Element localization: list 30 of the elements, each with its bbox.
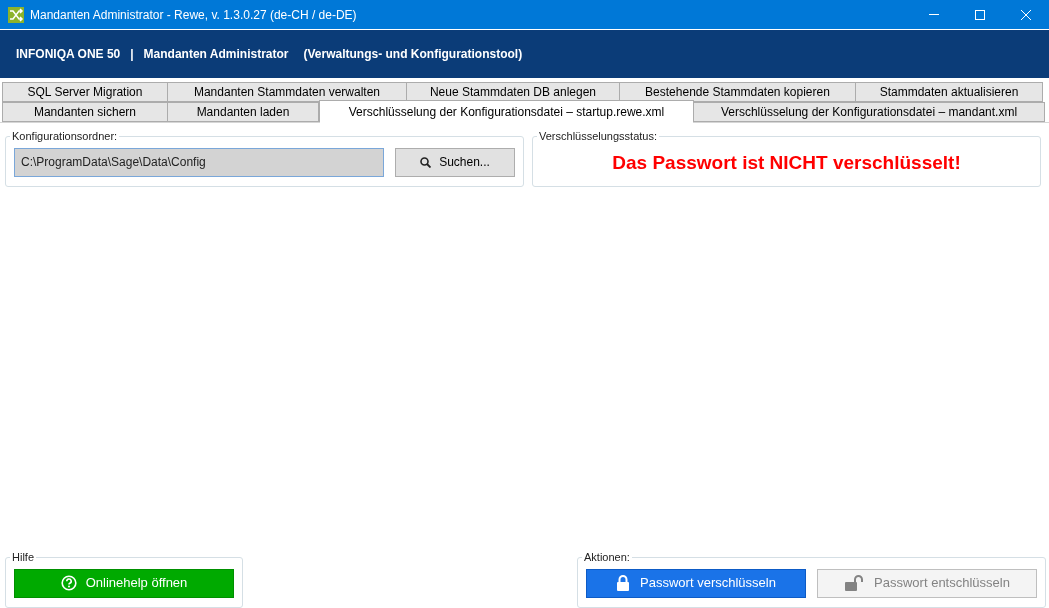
search-icon	[420, 156, 432, 168]
minimize-icon	[929, 14, 939, 15]
tab[interactable]: Stammdaten aktualisieren	[855, 82, 1043, 102]
encrypt-password-button[interactable]: Passwort verschlüsseln	[586, 568, 806, 598]
tab[interactable]: Mandanten sichern	[2, 102, 168, 122]
product-name: INFONIQA ONE 50	[16, 46, 121, 63]
lock-icon	[616, 575, 631, 591]
app-name: Mandanten Administrator	[143, 46, 289, 63]
tab[interactable]: Neue Stammdaten DB anlegen	[406, 82, 620, 102]
tab[interactable]: Mandanten Stammdaten verwalten	[167, 82, 407, 102]
folder-path-field[interactable]: C:\ProgramData\Sage\Data\Config	[14, 147, 384, 177]
help-icon	[60, 575, 77, 591]
tab[interactable]: Verschlüsselung der Konfigurationsdatei – startup.rewe.xml	[319, 100, 694, 123]
tab[interactable]: Verschlüsselung der Konfigurationsdatei – mandant.xml	[693, 102, 1045, 122]
shuffle-icon	[8, 6, 24, 23]
maximize-icon	[975, 9, 985, 20]
close-icon	[1021, 9, 1031, 20]
group-label: Verschlüsselungsstatus:	[538, 129, 658, 144]
header-separator: |	[130, 46, 134, 63]
tab[interactable]: SQL Server Migration	[2, 82, 168, 102]
group-label: Aktionen:	[583, 550, 631, 565]
group-label: Hilfe	[11, 550, 35, 565]
unlocked-padlock-icon	[844, 575, 865, 591]
search-button[interactable]: Suchen...	[395, 147, 515, 177]
group-label: Konfigurationsordner:	[11, 129, 119, 144]
header-subtitle: (Verwaltungs- und Konfigurationstool)	[303, 46, 523, 63]
tab[interactable]: Mandanten laden	[167, 102, 319, 122]
window-title: Mandanten Administrator - Rewe, v. 1.3.0.27 (de-CH / de-DE)	[30, 6, 357, 24]
tab[interactable]: Bestehende Stammdaten kopieren	[619, 82, 856, 102]
encryption-status-message: Das Passwort ist NICHT verschlüsselt!	[612, 150, 961, 175]
